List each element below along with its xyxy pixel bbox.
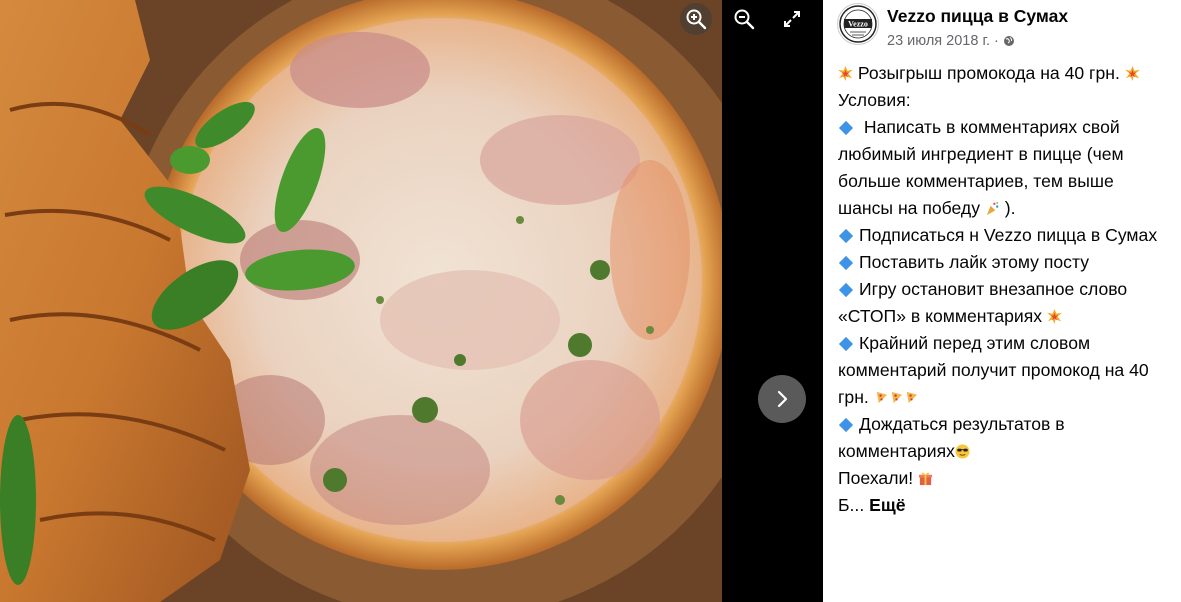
chevron-right-icon bbox=[777, 390, 788, 408]
condition-item-6: Дождаться результатов в комментариях bbox=[838, 411, 1173, 465]
blue-diamond-icon bbox=[838, 336, 854, 351]
party-popper-icon bbox=[986, 201, 999, 216]
collision-emoji-icon bbox=[1046, 309, 1062, 324]
meta-separator: · bbox=[994, 33, 999, 49]
pizza-emoji-icon bbox=[876, 391, 887, 404]
pizza-emoji-icon bbox=[891, 391, 902, 404]
zoom-out-button[interactable] bbox=[728, 3, 760, 35]
see-more-line: Б... Ещё bbox=[838, 492, 1173, 519]
globe-icon bbox=[1003, 36, 1014, 46]
post-line-last: Поехали! bbox=[838, 465, 1173, 492]
pizza-emoji-icon bbox=[906, 391, 917, 404]
blue-diamond-icon bbox=[838, 255, 854, 270]
see-more-button[interactable]: Ещё bbox=[869, 495, 905, 515]
condition-item-1: Написать в комментариях свой любимый инг… bbox=[838, 114, 1173, 222]
pizza-image bbox=[0, 0, 722, 602]
condition-item-5: Крайний перед этим словом комментарий по… bbox=[838, 330, 1173, 411]
collision-emoji-icon bbox=[838, 66, 853, 81]
post-date[interactable]: 23 июля 2018 г. bbox=[887, 31, 990, 51]
condition-item-2: Подписаться н Vezzo пицца в Сумах bbox=[838, 222, 1173, 249]
post-line-title: Розыгрыш промокода на 40 грн. bbox=[838, 60, 1173, 87]
next-photo-button[interactable] bbox=[758, 375, 806, 423]
expand-icon bbox=[784, 11, 800, 27]
page-name[interactable]: Vezzo пицца в Сумах bbox=[887, 5, 1068, 27]
condition-text-3: Поставить лайк этому посту bbox=[859, 252, 1089, 272]
condition-text-1: Написать в комментариях свой любимый инг… bbox=[838, 117, 1124, 218]
avatar[interactable]: Vezzo bbox=[837, 3, 879, 45]
condition-text-1-end: ). bbox=[1004, 198, 1016, 218]
zoom-in-icon bbox=[686, 9, 707, 30]
zoom-out-icon bbox=[734, 9, 755, 30]
fullscreen-button[interactable] bbox=[776, 3, 808, 35]
collision-emoji-icon bbox=[1124, 66, 1140, 81]
zoom-in-button[interactable] bbox=[680, 3, 712, 35]
photo-viewer bbox=[0, 0, 823, 602]
post-photo[interactable] bbox=[0, 0, 722, 602]
conditions-label: Условия: bbox=[838, 90, 911, 110]
vezzo-logo: Vezzo bbox=[839, 5, 877, 43]
sunglasses-emoji-icon bbox=[955, 444, 970, 459]
blue-diamond-icon bbox=[838, 417, 854, 432]
condition-text-2: Подписаться н Vezzo пицца в Сумах bbox=[859, 225, 1158, 245]
post-meta: 23 июля 2018 г. · bbox=[887, 31, 1068, 51]
condition-text-4: Игру остановит внезапное слово «СТОП» в … bbox=[838, 279, 1128, 326]
blue-diamond-icon bbox=[838, 120, 854, 135]
post-header-text: Vezzo пицца в Сумах 23 июля 2018 г. · bbox=[887, 5, 1068, 51]
condition-text-6: Дождаться результатов в комментариях bbox=[838, 414, 1065, 461]
svg-text:Vezzo: Vezzo bbox=[848, 20, 868, 29]
post-text: Розыгрыш промокода на 40 грн. Условия: Н… bbox=[838, 60, 1173, 519]
blue-diamond-icon bbox=[838, 228, 854, 243]
blue-diamond-icon bbox=[838, 282, 854, 297]
gift-emoji-icon bbox=[919, 472, 933, 486]
post-panel: Vezzo Vezzo пицца в Сумах 23 июля 2018 г… bbox=[823, 0, 1181, 602]
last-line-text: Поехали! bbox=[838, 468, 914, 488]
title-text: Розыгрыш промокода на 40 грн. bbox=[857, 63, 1120, 83]
condition-item-4: Игру остановит внезапное слово «СТОП» в … bbox=[838, 276, 1173, 330]
truncated-text: Б... bbox=[838, 495, 865, 515]
post-header: Vezzo Vezzo пицца в Сумах 23 июля 2018 г… bbox=[837, 3, 1068, 51]
condition-item-3: Поставить лайк этому посту bbox=[838, 249, 1173, 276]
